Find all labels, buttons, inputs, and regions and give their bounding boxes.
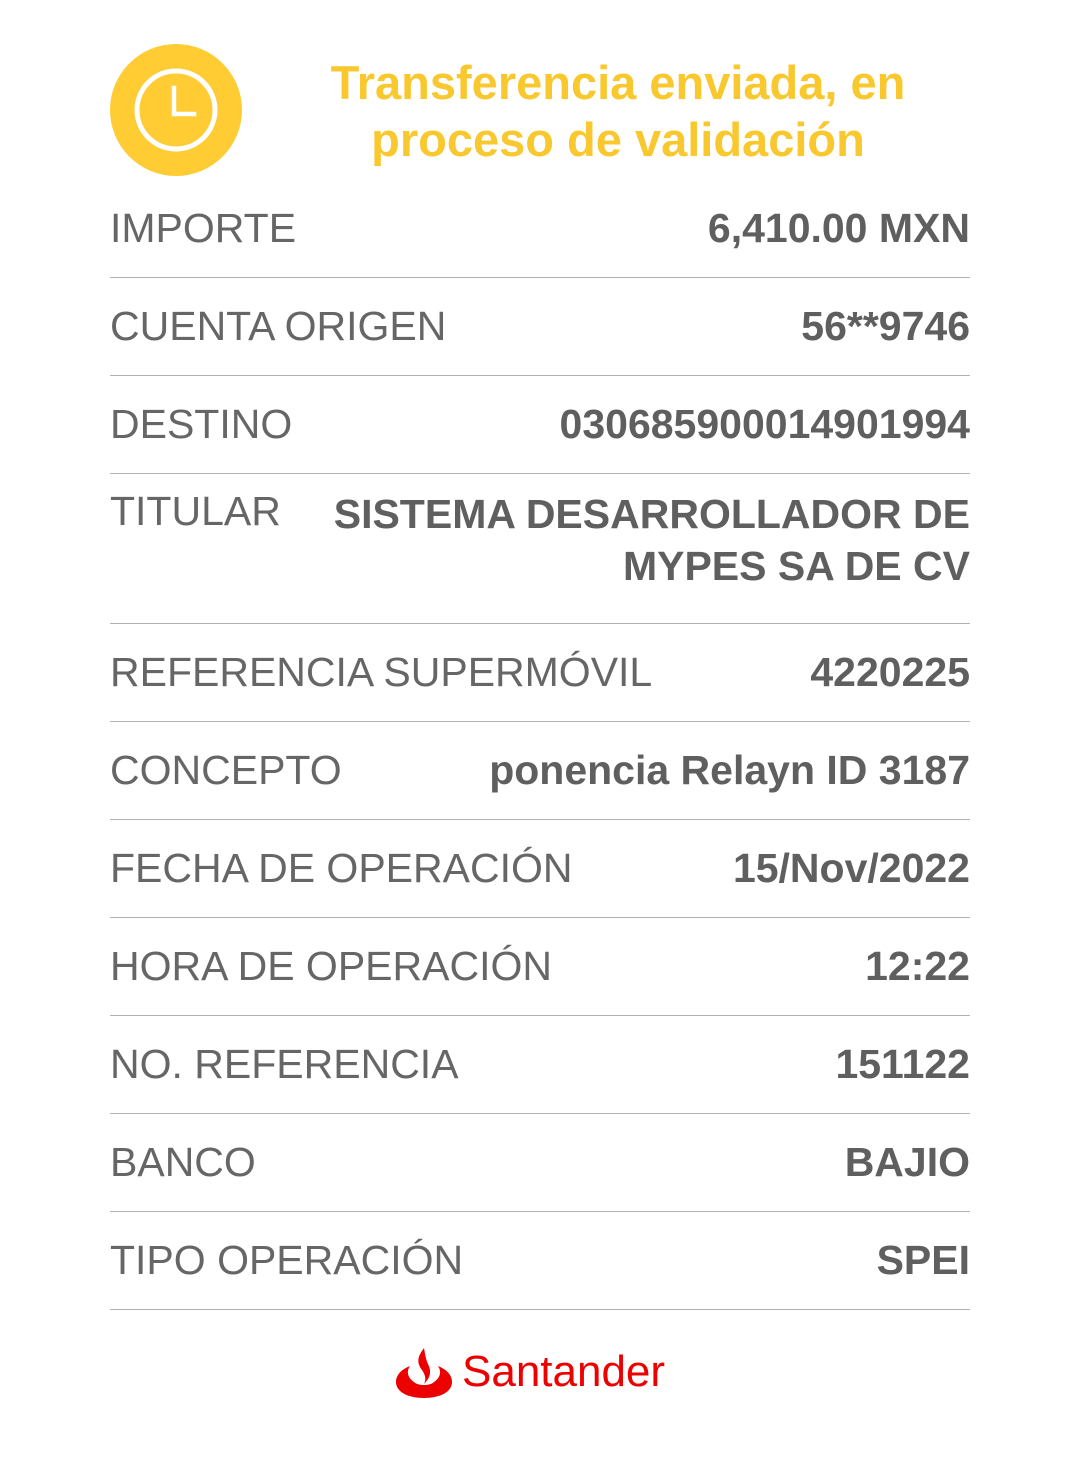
detail-row-titular: TITULAR SISTEMA DESARROLLADOR DE MYPES S… <box>110 474 970 624</box>
detail-label: NO. REFERENCIA <box>110 1041 459 1087</box>
brand-name: Santander <box>462 1347 666 1396</box>
detail-value: 6,410.00 MXN <box>707 205 970 251</box>
receipt-header: Transferencia enviada, en proceso de val… <box>0 0 1080 180</box>
detail-value: 15/Nov/2022 <box>732 845 970 891</box>
detail-row-destino: DESTINO 030685900014901994 <box>110 376 970 474</box>
detail-value: ponencia Relayn ID 3187 <box>489 747 970 793</box>
detail-value: 12:22 <box>865 943 970 989</box>
detail-label: BANCO <box>110 1139 256 1185</box>
detail-label: IMPORTE <box>110 205 297 251</box>
detail-label: TIPO OPERACIÓN <box>110 1237 464 1283</box>
detail-row-tipo-operacion: TIPO OPERACIÓN SPEI <box>110 1212 970 1310</box>
detail-row-cuenta-origen: CUENTA ORIGEN 56**9746 <box>110 278 970 376</box>
clock-icon <box>110 44 242 176</box>
detail-row-concepto: CONCEPTO ponencia Relayn ID 3187 <box>110 722 970 820</box>
detail-value: SPEI <box>876 1237 970 1283</box>
detail-row-banco: BANCO BAJIO <box>110 1114 970 1212</box>
detail-label: DESTINO <box>110 401 293 447</box>
detail-value: 4220225 <box>810 649 970 695</box>
detail-row-no-referencia: NO. REFERENCIA 151122 <box>110 1016 970 1114</box>
transfer-details: IMPORTE 6,410.00 MXN CUENTA ORIGEN 56**9… <box>110 180 970 1310</box>
page-title: Transferencia enviada, en proceso de val… <box>330 56 906 166</box>
detail-label: CONCEPTO <box>110 747 342 793</box>
santander-logo: Santander <box>396 1340 665 1404</box>
detail-label: FECHA DE OPERACIÓN <box>110 845 573 891</box>
detail-label: TITULAR <box>110 488 281 534</box>
santander-flame-icon <box>396 1348 452 1398</box>
detail-row-fecha: FECHA DE OPERACIÓN 15/Nov/2022 <box>110 820 970 918</box>
detail-row-hora: HORA DE OPERACIÓN 12:22 <box>110 918 970 1016</box>
detail-label: REFERENCIA SUPERMÓVIL <box>110 649 653 695</box>
detail-label: CUENTA ORIGEN <box>110 303 447 349</box>
detail-value: 030685900014901994 <box>559 401 970 447</box>
detail-label: HORA DE OPERACIÓN <box>110 943 552 989</box>
detail-row-importe: IMPORTE 6,410.00 MXN <box>110 180 970 278</box>
detail-value: SISTEMA DESARROLLADOR DE MYPES SA DE CV <box>333 491 970 589</box>
detail-value: 56**9746 <box>801 303 970 349</box>
detail-row-referencia-supermovil: REFERENCIA SUPERMÓVIL 4220225 <box>110 624 970 722</box>
detail-value: BAJIO <box>844 1139 970 1185</box>
detail-value: 151122 <box>835 1041 970 1087</box>
